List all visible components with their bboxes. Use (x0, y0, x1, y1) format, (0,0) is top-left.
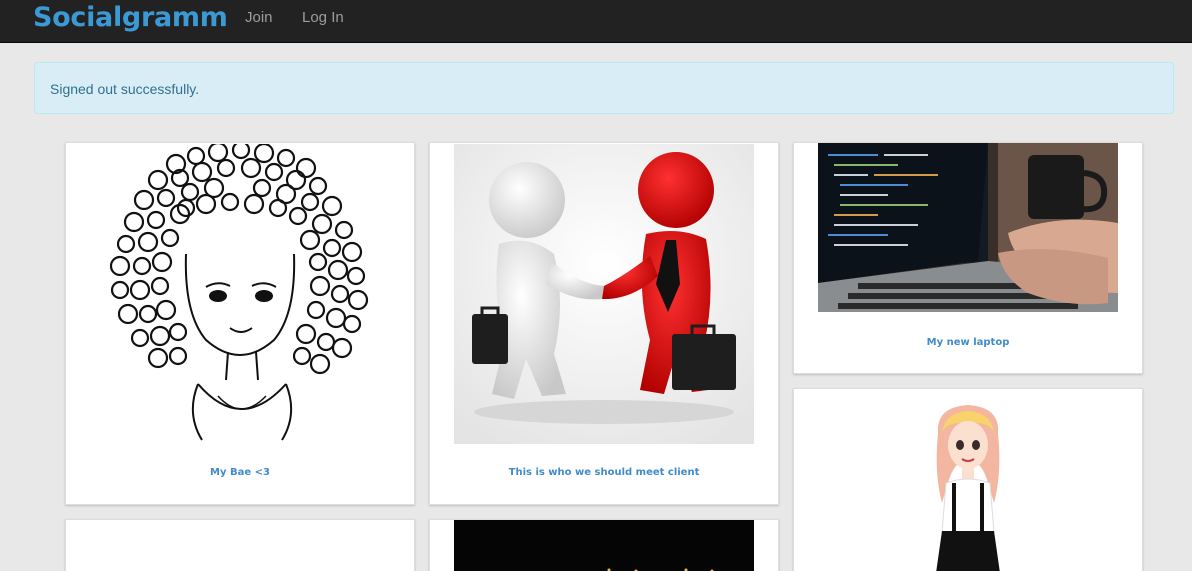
laptop-coding-icon (818, 143, 1118, 312)
pin-card[interactable]: This is who we should meet client (429, 142, 779, 505)
3d-figures-handshake-icon (454, 144, 754, 444)
alert-message: Signed out successfully. (50, 81, 200, 97)
dark-image-icon (454, 520, 754, 571)
pin-card[interactable]: My new laptop (793, 142, 1143, 374)
navbar: Socialgramm Join Log In (0, 0, 1192, 43)
join-link[interactable]: Join (245, 9, 273, 26)
pin-caption[interactable]: This is who we should meet client (430, 467, 778, 478)
cartoon-girl-pink-hair-icon (936, 405, 1000, 571)
pin-card[interactable] (65, 519, 415, 571)
pin-image[interactable] (454, 520, 754, 571)
pin-card[interactable]: My Bae <3 (65, 142, 415, 505)
pin-caption[interactable]: My Bae <3 (66, 467, 414, 478)
pin-card[interactable] (429, 519, 779, 571)
login-link[interactable]: Log In (302, 9, 344, 26)
pin-image[interactable] (818, 143, 1118, 312)
brand-logo[interactable]: Socialgramm (33, 2, 228, 33)
flash-alert: Signed out successfully. (34, 62, 1174, 114)
pin-image[interactable] (454, 144, 754, 444)
pin-caption[interactable]: My new laptop (794, 337, 1142, 348)
pin-image[interactable] (106, 144, 374, 444)
curly-hair-girl-sketch-icon (106, 144, 374, 444)
pin-card[interactable] (793, 388, 1143, 571)
pin-image[interactable] (90, 521, 390, 571)
pin-image[interactable] (918, 403, 1018, 571)
